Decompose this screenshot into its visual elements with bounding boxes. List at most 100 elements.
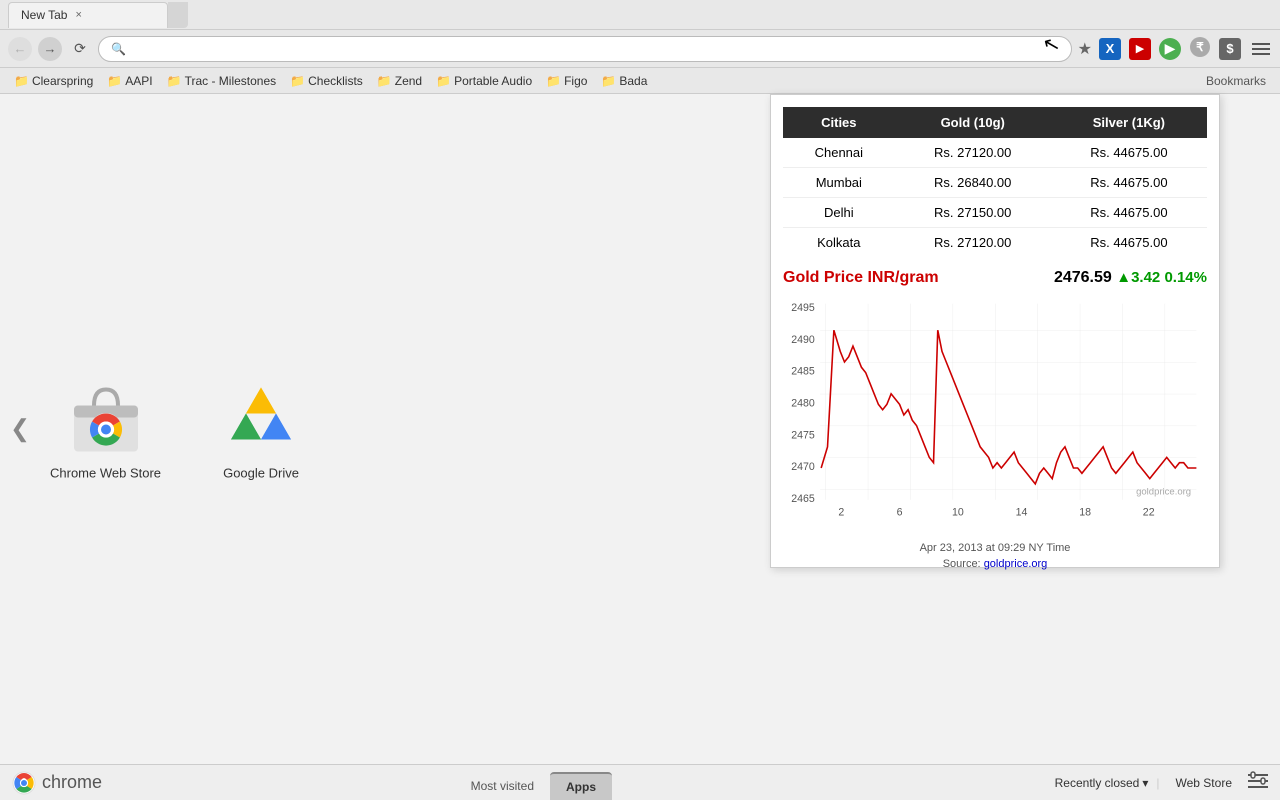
- folder-icon: 📁: [290, 74, 305, 88]
- ext-icon-currency-button[interactable]: ₹: [1188, 37, 1212, 61]
- tab-apps[interactable]: Apps: [550, 772, 612, 800]
- svg-text:2475: 2475: [791, 429, 815, 441]
- forward-button[interactable]: →: [38, 37, 62, 61]
- google-drive-icon: [221, 378, 301, 458]
- bookmark-star-icon[interactable]: ★: [1078, 39, 1092, 59]
- active-tab[interactable]: New Tab ×: [8, 2, 168, 28]
- bookmark-checklists[interactable]: 📁 Checklists: [284, 72, 369, 90]
- ext-icon-red-button[interactable]: ▶: [1128, 37, 1152, 61]
- folder-icon: 📁: [14, 74, 29, 88]
- gold-change-amount: ▲3.42: [1116, 269, 1160, 286]
- gold-chart-container: 2495 2490 2485 2480 2475 2470 2465 2 6 1…: [783, 295, 1207, 555]
- gold-price-title: Gold Price INR/gram: [783, 269, 939, 287]
- table-cell-city: Chennai: [783, 138, 895, 168]
- table-row: MumbaiRs. 26840.00Rs. 44675.00: [783, 168, 1207, 198]
- search-icon: 🔍: [111, 42, 126, 56]
- refresh-button[interactable]: ⟳: [68, 37, 92, 61]
- table-cell-gold: Rs. 27120.00: [895, 228, 1051, 258]
- bottom-bar: chrome Most visited Apps Recently closed…: [0, 764, 1280, 800]
- dollar-icon: $: [1219, 38, 1241, 60]
- tab-close-button[interactable]: ×: [75, 9, 81, 21]
- bookmarks-bar: 📁 Clearspring 📁 AAPI 📁 Trac - Milestones…: [0, 68, 1280, 94]
- bottom-settings-button[interactable]: [1248, 771, 1268, 794]
- svg-text:6: 6: [897, 507, 903, 519]
- gold-price-value: 2476.59: [1054, 269, 1112, 286]
- svg-text:14: 14: [1016, 507, 1028, 519]
- bookmarks-right-arrow[interactable]: Bookmarks: [1200, 72, 1272, 90]
- chrome-web-store-app[interactable]: Chrome Web Store: [50, 378, 161, 481]
- table-cell-city: Mumbai: [783, 168, 895, 198]
- source-label: Source:: [943, 558, 981, 570]
- bookmark-label: AAPI: [125, 74, 152, 88]
- chrome-menu-button[interactable]: [1248, 37, 1272, 61]
- svg-text:2480: 2480: [791, 398, 815, 410]
- folder-icon: 📁: [107, 74, 122, 88]
- table-cell-gold: Rs. 27150.00: [895, 198, 1051, 228]
- ext-x-icon: X: [1099, 38, 1121, 60]
- bookmark-clearspring[interactable]: 📁 Clearspring: [8, 72, 99, 90]
- ext-green-icon: ▶: [1159, 38, 1181, 60]
- ext-red-icon: ▶: [1129, 38, 1151, 60]
- google-drive-label: Google Drive: [223, 466, 299, 481]
- price-table: Cities Gold (10g) Silver (1Kg) ChennaiRs…: [783, 107, 1207, 257]
- bottom-right: Recently closed ▾ | Web Store: [1055, 771, 1268, 794]
- chart-source: Source: goldprice.org: [783, 558, 1207, 570]
- ext-icon-dollar-button[interactable]: $: [1218, 37, 1242, 61]
- bookmark-portable-audio[interactable]: 📁 Portable Audio: [430, 72, 538, 90]
- currency-icon: ₹: [1189, 36, 1211, 58]
- bottom-tabs: Most visited Apps: [12, 765, 1055, 800]
- bookmark-label: Bada: [619, 74, 647, 88]
- recently-closed-label: Recently closed: [1055, 776, 1140, 790]
- gold-change-pct: 0.14%: [1164, 269, 1207, 286]
- bookmark-label: Figo: [564, 74, 587, 88]
- table-cell-silver: Rs. 44675.00: [1051, 138, 1207, 168]
- ext-icon-x-button[interactable]: X: [1098, 37, 1122, 61]
- title-bar: New Tab ×: [0, 0, 1280, 30]
- col-cities: Cities: [783, 107, 895, 138]
- svg-text:2470: 2470: [791, 461, 815, 473]
- recently-closed-button[interactable]: Recently closed ▾: [1055, 776, 1149, 790]
- gold-chart: 2495 2490 2485 2480 2475 2470 2465 2 6 1…: [783, 295, 1207, 535]
- table-cell-silver: Rs. 44675.00: [1051, 168, 1207, 198]
- tab-most-visited[interactable]: Most visited: [455, 772, 550, 800]
- bookmark-figo[interactable]: 📁 Figo: [540, 72, 593, 90]
- bookmark-label: Zend: [395, 74, 422, 88]
- back-button[interactable]: ←: [8, 37, 32, 61]
- folder-icon: 📁: [436, 74, 451, 88]
- ext-icon-green-button[interactable]: ▶: [1158, 37, 1182, 61]
- bookmark-label: Trac - Milestones: [185, 74, 277, 88]
- apps-container: Chrome Web Store: [50, 378, 301, 481]
- url-bar[interactable]: 🔍: [98, 36, 1072, 62]
- bookmark-bada[interactable]: 📁 Bada: [595, 72, 653, 90]
- bookmark-label: Clearspring: [32, 74, 93, 88]
- svg-text:22: 22: [1143, 507, 1155, 519]
- bookmark-trac[interactable]: 📁 Trac - Milestones: [161, 72, 283, 90]
- prev-apps-button[interactable]: ❮: [10, 415, 30, 444]
- table-cell-silver: Rs. 44675.00: [1051, 228, 1207, 258]
- chrome-wordmark: chrome: [42, 772, 102, 793]
- table-row: ChennaiRs. 27120.00Rs. 44675.00: [783, 138, 1207, 168]
- table-cell-gold: Rs. 26840.00: [895, 168, 1051, 198]
- chrome-web-store-icon: [66, 378, 146, 458]
- address-bar: ← → ⟳ 🔍 ★ X ▶ ▶ ₹ $ ↖: [0, 30, 1280, 68]
- bookmark-zend[interactable]: 📁 Zend: [371, 72, 428, 90]
- bookmark-aapi[interactable]: 📁 AAPI: [101, 72, 158, 90]
- svg-text:2490: 2490: [791, 334, 815, 346]
- svg-text:₹: ₹: [1196, 40, 1204, 54]
- main-content: ❮: [0, 94, 1280, 764]
- recently-closed-arrow: ▾: [1142, 776, 1148, 790]
- tab-title: New Tab: [21, 8, 67, 22]
- table-cell-city: Delhi: [783, 198, 895, 228]
- svg-text:2: 2: [838, 507, 844, 519]
- google-drive-app[interactable]: Google Drive: [221, 378, 301, 481]
- tab-spacer: [168, 2, 188, 28]
- folder-icon: 📁: [601, 74, 616, 88]
- svg-text:2465: 2465: [791, 493, 815, 505]
- source-link[interactable]: goldprice.org: [984, 558, 1048, 570]
- web-store-button[interactable]: Web Store: [1168, 774, 1240, 792]
- gold-price-header: Gold Price INR/gram 2476.59 ▲3.42 0.14%: [783, 269, 1207, 287]
- svg-text:18: 18: [1079, 507, 1091, 519]
- bookmark-label: Portable Audio: [454, 74, 532, 88]
- hamburger-icon: [1252, 39, 1272, 59]
- table-row: DelhiRs. 27150.00Rs. 44675.00: [783, 198, 1207, 228]
